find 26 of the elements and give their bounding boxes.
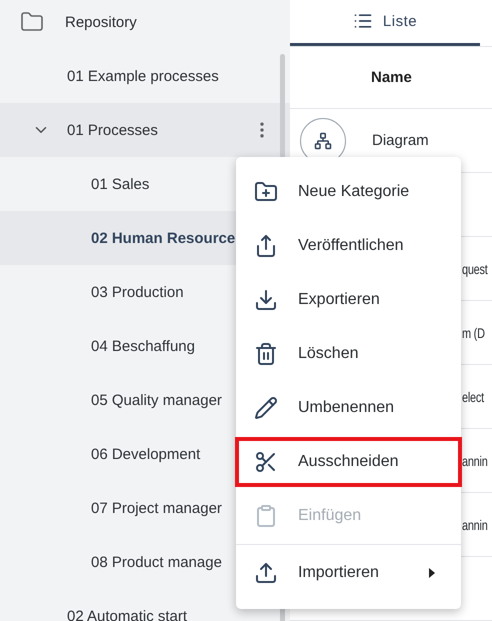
menu-item[interactable]: Exportieren — [236, 273, 461, 327]
menu-item[interactable]: Umbenennen — [236, 381, 461, 435]
menu-item[interactable]: Importieren — [236, 546, 461, 600]
upload-icon — [254, 561, 278, 585]
folder-icon — [20, 10, 44, 34]
folder-plus-icon — [254, 180, 278, 204]
download-icon — [254, 288, 278, 312]
scissors-icon — [254, 450, 278, 474]
pencil-icon — [254, 396, 278, 420]
column-header[interactable]: Name — [371, 68, 412, 86]
table-cell: m (D — [462, 324, 485, 340]
table-cell: annin — [462, 452, 488, 468]
clipboard-icon — [254, 504, 278, 528]
tab[interactable]: Liste — [290, 0, 480, 46]
table-cell: Diagram — [372, 132, 429, 149]
menu-item[interactable]: Löschen — [236, 327, 461, 381]
table-cell: quest — [462, 260, 488, 276]
submenu-arrow-icon — [429, 568, 435, 578]
tree-item[interactable]: 01 Example processes — [0, 49, 290, 103]
tree-item[interactable]: 01 Processes — [0, 103, 290, 157]
menu-item[interactable]: Ausschneiden — [233, 435, 464, 489]
share-icon — [254, 234, 278, 258]
trash-icon — [254, 342, 278, 366]
repository-label[interactable]: Repository — [65, 14, 137, 30]
table-cell: elect — [462, 388, 484, 404]
table-cell: annin — [462, 516, 488, 532]
